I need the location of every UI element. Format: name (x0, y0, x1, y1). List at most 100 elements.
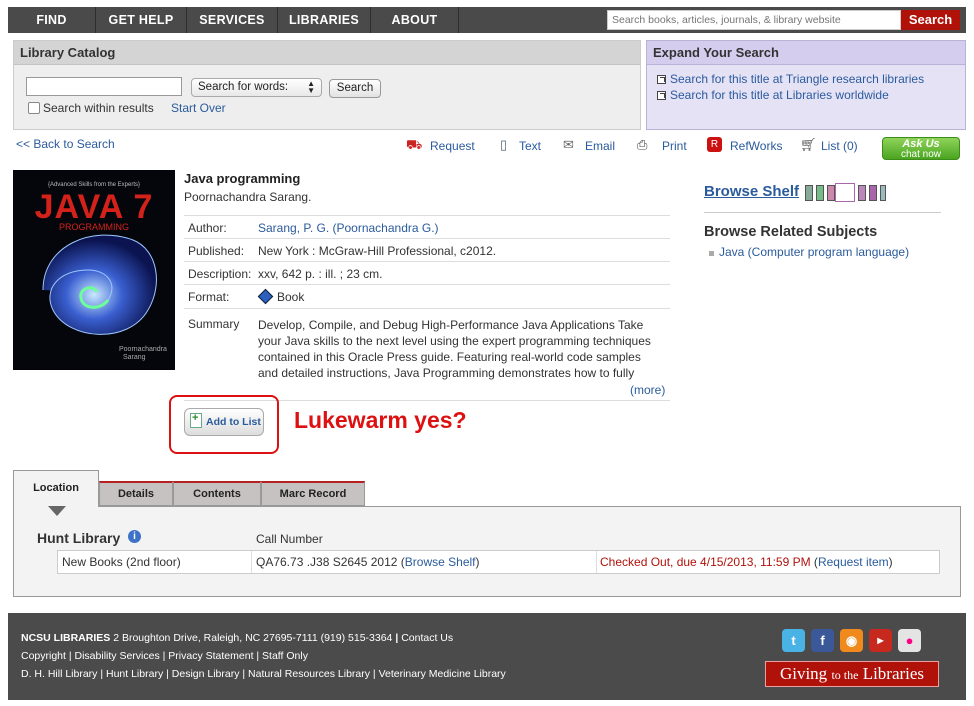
flickr-icon[interactable]: ● (898, 629, 921, 652)
shelf-book-icon (816, 185, 824, 201)
search-type-select[interactable]: Search for words: ▲ ▼ (191, 78, 322, 97)
open-book-icon (835, 183, 855, 202)
shelf-book-icon (805, 185, 813, 201)
envelope-icon: ✉ (563, 137, 574, 152)
format-value: Book (277, 290, 305, 304)
nav-services[interactable]: SERVICES (187, 7, 278, 33)
ask-us-chat-button[interactable]: Ask Us chat now (882, 137, 960, 160)
privacy-statement-link[interactable]: Privacy Statement (168, 650, 253, 662)
catalog-heading: Library Catalog (14, 41, 640, 65)
book-format-icon (257, 288, 274, 305)
summary-label: Summary (188, 317, 240, 331)
natural-resources-library-link[interactable]: Natural Resources Library (248, 668, 370, 680)
giving-word: Giving (779, 664, 828, 683)
staff-only-link[interactable]: Staff Only (262, 650, 308, 662)
expand-search-panel: Expand Your Search Search for this title… (646, 40, 966, 130)
description-value: xxv, 642 p. : ill. ; 23 cm. (258, 267, 383, 281)
youtube-icon[interactable]: ▶ (869, 629, 892, 652)
annotation-text: Lukewarm yes? (294, 407, 467, 433)
holding-browse-shelf-link[interactable]: Browse Shelf (405, 555, 476, 569)
worldwide-libraries-link[interactable]: Search for this title at Libraries world… (670, 88, 889, 102)
top-navigation: FIND GET HELP SERVICES LIBRARIES ABOUT S… (0, 0, 974, 38)
tab-marc-record[interactable]: Marc Record (261, 481, 365, 506)
row-divider (184, 238, 670, 239)
printer-icon: ⎙ (637, 137, 648, 152)
holdings-row: New Books (2nd floor) QA76.73 .J38 S2645… (57, 550, 940, 574)
email-link[interactable]: Email (585, 139, 615, 153)
footer-libraries-line: D. H. Hill Library | Hunt Library | Desi… (21, 668, 506, 680)
nav-about[interactable]: ABOUT (371, 7, 459, 33)
refworks-icon: R (707, 137, 722, 152)
catalog-search-button[interactable]: Search (329, 79, 381, 98)
nav-find[interactable]: FIND (8, 7, 96, 33)
call-number-cell: QA76.73 .J38 S2645 2012 (Browse Shelf) (256, 555, 480, 569)
select-arrows-icon: ▲ ▼ (307, 79, 315, 95)
search-within-checkbox[interactable] (28, 102, 40, 114)
cell-divider (596, 551, 597, 573)
tab-details[interactable]: Details (99, 481, 173, 506)
back-to-search-link[interactable]: << Back to Search (16, 137, 115, 151)
veterinary-medicine-library-link[interactable]: Veterinary Medicine Library (379, 668, 506, 680)
tab-contents[interactable]: Contents (173, 481, 261, 506)
chat-now-label: chat now (900, 148, 942, 160)
footer-address-line: NCSU LIBRARIES 2 Broughton Drive, Raleig… (21, 632, 454, 644)
footer-links-line2: Copyright | Disability Services | Privac… (21, 650, 308, 662)
record-responsibility: Poornachandra Sarang. (184, 190, 312, 204)
facebook-icon[interactable]: f (811, 629, 834, 652)
search-type-value: Search for words: (198, 81, 289, 93)
contact-us-link[interactable]: Contact Us (401, 632, 453, 644)
start-over-link[interactable]: Start Over (171, 101, 226, 115)
dh-hill-library-link[interactable]: D. H. Hill Library (21, 668, 97, 680)
shelf-book-icon (827, 185, 835, 201)
active-tab-arrow-icon (48, 506, 66, 516)
collection-cell: New Books (2nd floor) (62, 555, 181, 569)
request-link[interactable]: Request (430, 139, 475, 153)
rss-icon[interactable]: ◉ (840, 629, 863, 652)
print-link[interactable]: Print (662, 139, 687, 153)
design-library-link[interactable]: Design Library (172, 668, 240, 680)
catalog-search-input[interactable] (26, 77, 182, 96)
record-title: Java programming (184, 171, 301, 186)
truck-icon: ⛟ (406, 137, 423, 152)
triangle-libraries-link[interactable]: Search for this title at Triangle resear… (670, 72, 924, 86)
hunt-library-link[interactable]: Hunt Library (106, 668, 163, 680)
disability-services-link[interactable]: Disability Services (75, 650, 160, 662)
more-link[interactable]: (more) (630, 383, 665, 397)
giving-connector: to the (831, 668, 859, 682)
request-item-link[interactable]: Request item (818, 555, 889, 569)
add-list-icon: + (190, 412, 202, 428)
row-divider (184, 261, 670, 262)
browse-shelf-link[interactable]: Browse Shelf (704, 183, 799, 200)
info-icon[interactable]: i (128, 530, 141, 543)
text-link[interactable]: Text (519, 139, 541, 153)
author-link[interactable]: Sarang, P. G. (Poornachandra G.) (258, 221, 439, 235)
description-label: Description: (188, 267, 252, 281)
bullet-icon (709, 251, 714, 256)
footer-address: 2 Broughton Drive, Raleigh, NC 27695-711… (113, 632, 393, 644)
book-cover-image: {Advanced Skills from the Experts} JAVA … (13, 170, 175, 370)
sidebar-divider (704, 212, 941, 213)
library-catalog-panel: Library Catalog Search for words: ▲ ▼ Sea… (13, 40, 641, 130)
cover-author-first: Poornachandra (119, 346, 167, 353)
nav-get-help[interactable]: GET HELP (96, 7, 187, 33)
search-within-label: Search within results (43, 101, 154, 115)
site-search-button[interactable]: Search (901, 10, 960, 30)
cell-divider (251, 551, 252, 573)
tab-location[interactable]: Location (13, 470, 99, 507)
row-divider (184, 308, 670, 309)
twitter-icon[interactable]: t (782, 629, 805, 652)
expand-search-heading: Expand Your Search (647, 41, 965, 65)
refworks-link[interactable]: RefWorks (730, 139, 782, 153)
nav-libraries[interactable]: LIBRARIES (278, 7, 371, 33)
cart-icon: 🛒︎ (800, 137, 817, 152)
published-value: New York : McGraw-Hill Professional, c20… (258, 244, 497, 258)
giving-to-libraries-banner[interactable]: Giving to the Libraries (765, 661, 939, 687)
site-search-input[interactable] (607, 10, 901, 30)
copyright-link[interactable]: Copyright (21, 650, 66, 662)
library-name: Hunt Library (37, 530, 121, 546)
list-link[interactable]: List (0) (821, 139, 858, 153)
published-label: Published: (188, 244, 245, 258)
footer: NCSU LIBRARIES 2 Broughton Drive, Raleig… (8, 613, 966, 700)
status-text: Checked Out, due 4/15/2013, 11:59 PM (600, 555, 811, 569)
subject-link[interactable]: Java (Computer program language) (719, 245, 909, 259)
